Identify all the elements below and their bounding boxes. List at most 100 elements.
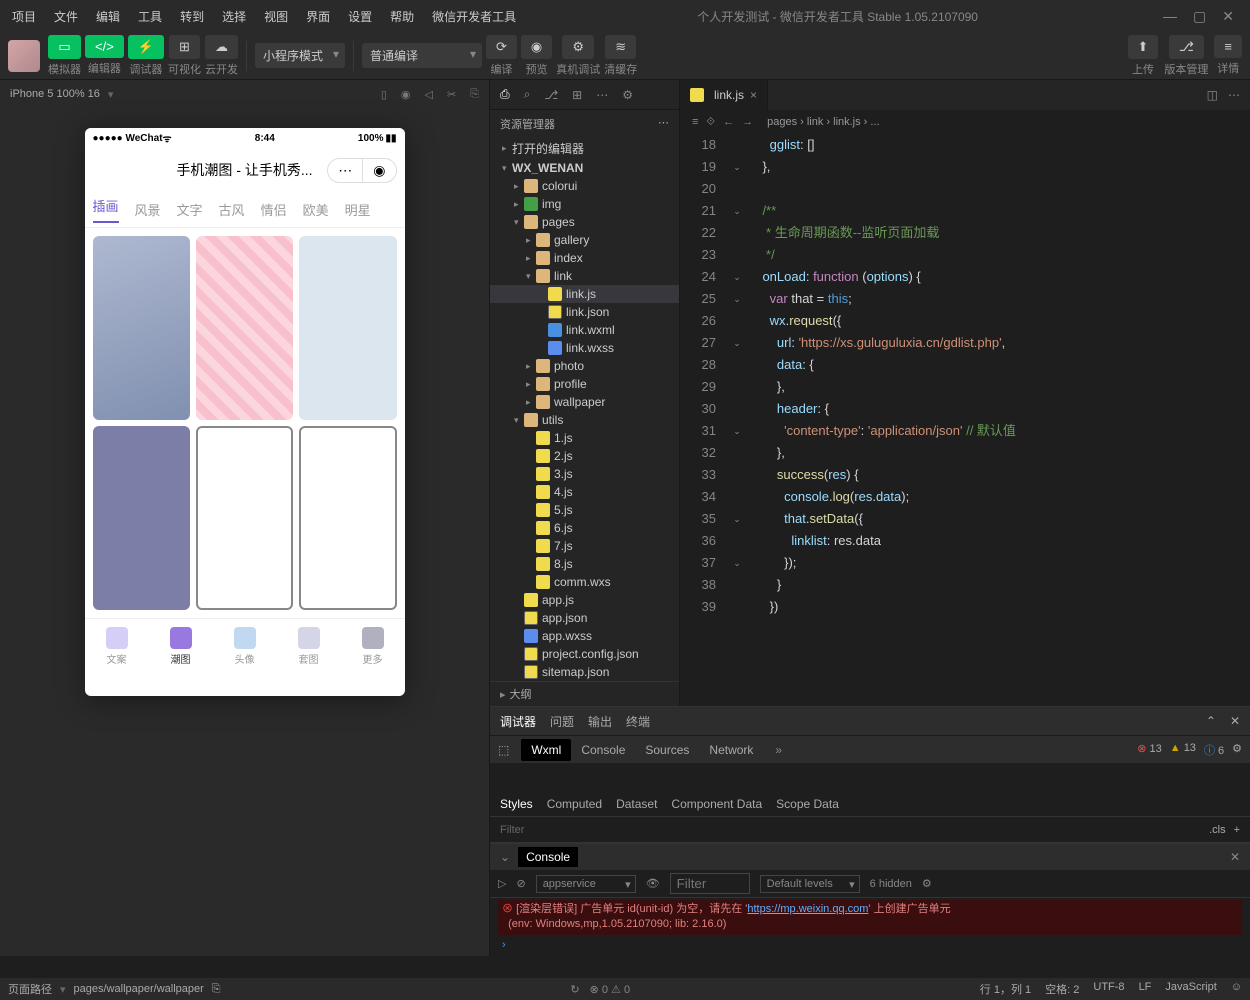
category-tab[interactable]: 风景 (135, 200, 161, 219)
console-stop-icon[interactable]: ⊘ (516, 877, 525, 890)
tree-item-link[interactable]: ▾link (490, 267, 679, 285)
tree-item-wallpaper[interactable]: ▸wallpaper (490, 393, 679, 411)
user-avatar[interactable] (8, 40, 40, 72)
branch-icon[interactable]: ⎇ (544, 88, 558, 102)
menu-界面[interactable]: 界面 (298, 4, 338, 29)
close-tab-icon[interactable]: × (750, 88, 757, 102)
styles-filter[interactable]: Filter (500, 824, 524, 836)
menu-转到[interactable]: 转到 (172, 4, 212, 29)
compile-button[interactable]: ⟳ (486, 35, 517, 59)
nav-item-套图[interactable]: 套图 (277, 619, 341, 674)
tree-item-4.js[interactable]: 4.js (490, 483, 679, 501)
device-icon[interactable]: ▯ (381, 88, 387, 101)
version-button[interactable]: ⎇ (1169, 35, 1204, 59)
context-selector[interactable]: appservice (536, 875, 636, 893)
split-editor-icon[interactable]: ◫ (1207, 88, 1218, 102)
editor-more-icon[interactable]: ⋯ (1228, 88, 1240, 102)
menu-视图[interactable]: 视图 (256, 4, 296, 29)
tree-item-link.json[interactable]: link.json (490, 303, 679, 321)
eye-icon[interactable]: 👁 (646, 877, 660, 890)
debug-tab-调试器[interactable]: 调试器 (500, 713, 536, 730)
mode-dropdown[interactable]: 小程序模式 (255, 43, 345, 68)
console-prompt[interactable]: › (498, 935, 1242, 955)
tree-item-colorui[interactable]: ▸colorui (490, 177, 679, 195)
tree-item-8.js[interactable]: 8.js (490, 555, 679, 573)
search-icon[interactable]: ⌕ (524, 87, 531, 102)
menu-选择[interactable]: 选择 (214, 4, 254, 29)
more-tabs-icon[interactable]: » (775, 743, 782, 757)
debug-tab-问题[interactable]: 问题 (550, 713, 574, 730)
menu-项目[interactable]: 项目 (4, 4, 44, 29)
tree-item-sitemap.json[interactable]: sitemap.json (490, 663, 679, 681)
wallpaper-item[interactable] (196, 426, 293, 610)
styles-tab-dataset[interactable]: Dataset (616, 797, 657, 811)
tree-item-pages[interactable]: ▾pages (490, 213, 679, 231)
wallpaper-grid[interactable] (85, 228, 405, 618)
tree-item-link.wxss[interactable]: link.wxss (490, 339, 679, 357)
detail-button[interactable]: ≡ (1214, 35, 1242, 58)
devtools-tab-wxml[interactable]: Wxml (521, 739, 571, 761)
record-icon[interactable]: ◉ (401, 88, 411, 101)
tree-item-5.js[interactable]: 5.js (490, 501, 679, 519)
settings-icon[interactable]: ⚙ (622, 88, 633, 102)
error-link[interactable]: https://mp.weixin.qq.com (747, 903, 868, 915)
styles-tab-computed[interactable]: Computed (547, 797, 602, 811)
tree-item-6.js[interactable]: 6.js (490, 519, 679, 537)
tree-item-link.js[interactable]: link.js (490, 285, 679, 303)
category-tab[interactable]: 插画 (93, 196, 119, 223)
styles-tab-styles[interactable]: Styles (500, 797, 533, 811)
minimize-button[interactable]: ― (1163, 8, 1177, 25)
console-collapse-icon[interactable]: ⌄ (500, 850, 510, 864)
devtools-tab-network[interactable]: Network (699, 739, 763, 761)
code-editor[interactable]: 1819202122232425262728293031323334353637… (680, 134, 1250, 706)
wallpaper-item[interactable] (93, 426, 190, 610)
explorer-menu-icon[interactable]: ⋯ (658, 116, 669, 132)
sync-icon[interactable]: ↻ (570, 983, 579, 996)
menu-设置[interactable]: 设置 (340, 4, 380, 29)
tree-item-3.js[interactable]: 3.js (490, 465, 679, 483)
tree-item-index[interactable]: ▸index (490, 249, 679, 267)
menu-文件[interactable]: 文件 (46, 4, 86, 29)
more-icon[interactable]: ⋯ (596, 88, 608, 102)
category-tab[interactable]: 明星 (345, 200, 371, 219)
simulator-toggle[interactable]: ▭ (48, 35, 80, 59)
wallpaper-item[interactable] (299, 236, 396, 420)
copy-icon[interactable]: ⎘ (470, 88, 479, 101)
outline-section[interactable]: ▸大纲 (490, 681, 679, 706)
tree-item-app.wxss[interactable]: app.wxss (490, 627, 679, 645)
category-tab[interactable]: 情侣 (261, 200, 287, 219)
inspect-icon[interactable]: ⬚ (498, 743, 509, 757)
eol-indicator[interactable]: LF (1139, 981, 1152, 997)
debug-tab-输出[interactable]: 输出 (588, 713, 612, 730)
tree-item-project.config.json[interactable]: project.config.json (490, 645, 679, 663)
breadcrumb[interactable]: ≡⟐←→ pages › link › link.js › ... (680, 110, 1250, 134)
remote-debug-button[interactable]: ⚙ (562, 35, 594, 59)
devtools-settings-icon[interactable]: ⚙ (1232, 742, 1242, 758)
menu-编辑[interactable]: 编辑 (88, 4, 128, 29)
tree-item-comm.wxs[interactable]: comm.wxs (490, 573, 679, 591)
hidden-count[interactable]: 6 hidden (870, 878, 912, 890)
mute-icon[interactable]: ◁ (425, 88, 433, 101)
menu-微信开发者工具[interactable]: 微信开发者工具 (424, 4, 524, 29)
error-count-badge[interactable]: 13 (1137, 742, 1162, 758)
close-button[interactable]: ✕ (1222, 8, 1234, 25)
nav-item-头像[interactable]: 头像 (213, 619, 277, 674)
console-filter-input[interactable] (670, 873, 750, 894)
debugger-toggle[interactable]: ⚡ (128, 35, 164, 59)
encoding-indicator[interactable]: UTF-8 (1093, 981, 1124, 997)
info-count-badge[interactable]: 6 (1204, 742, 1224, 758)
feedback-icon[interactable]: ☺ (1231, 981, 1242, 997)
tree-item-link.wxml[interactable]: link.wxml (490, 321, 679, 339)
tree-item-gallery[interactable]: ▸gallery (490, 231, 679, 249)
category-tab[interactable]: 古风 (219, 200, 245, 219)
nav-item-文案[interactable]: 文案 (85, 619, 149, 674)
tree-item-2.js[interactable]: 2.js (490, 447, 679, 465)
tree-item-app.js[interactable]: app.js (490, 591, 679, 609)
cloud-toggle[interactable]: ☁ (205, 35, 238, 59)
nav-item-更多[interactable]: 更多 (341, 619, 405, 674)
tree-item-app.json[interactable]: app.json (490, 609, 679, 627)
workspace-section[interactable]: ▾WX_WENAN (490, 159, 679, 177)
copy-path-icon[interactable]: ⎘ (212, 983, 221, 996)
files-icon[interactable]: ⎙ (500, 87, 510, 102)
category-tab[interactable]: 欧美 (303, 200, 329, 219)
